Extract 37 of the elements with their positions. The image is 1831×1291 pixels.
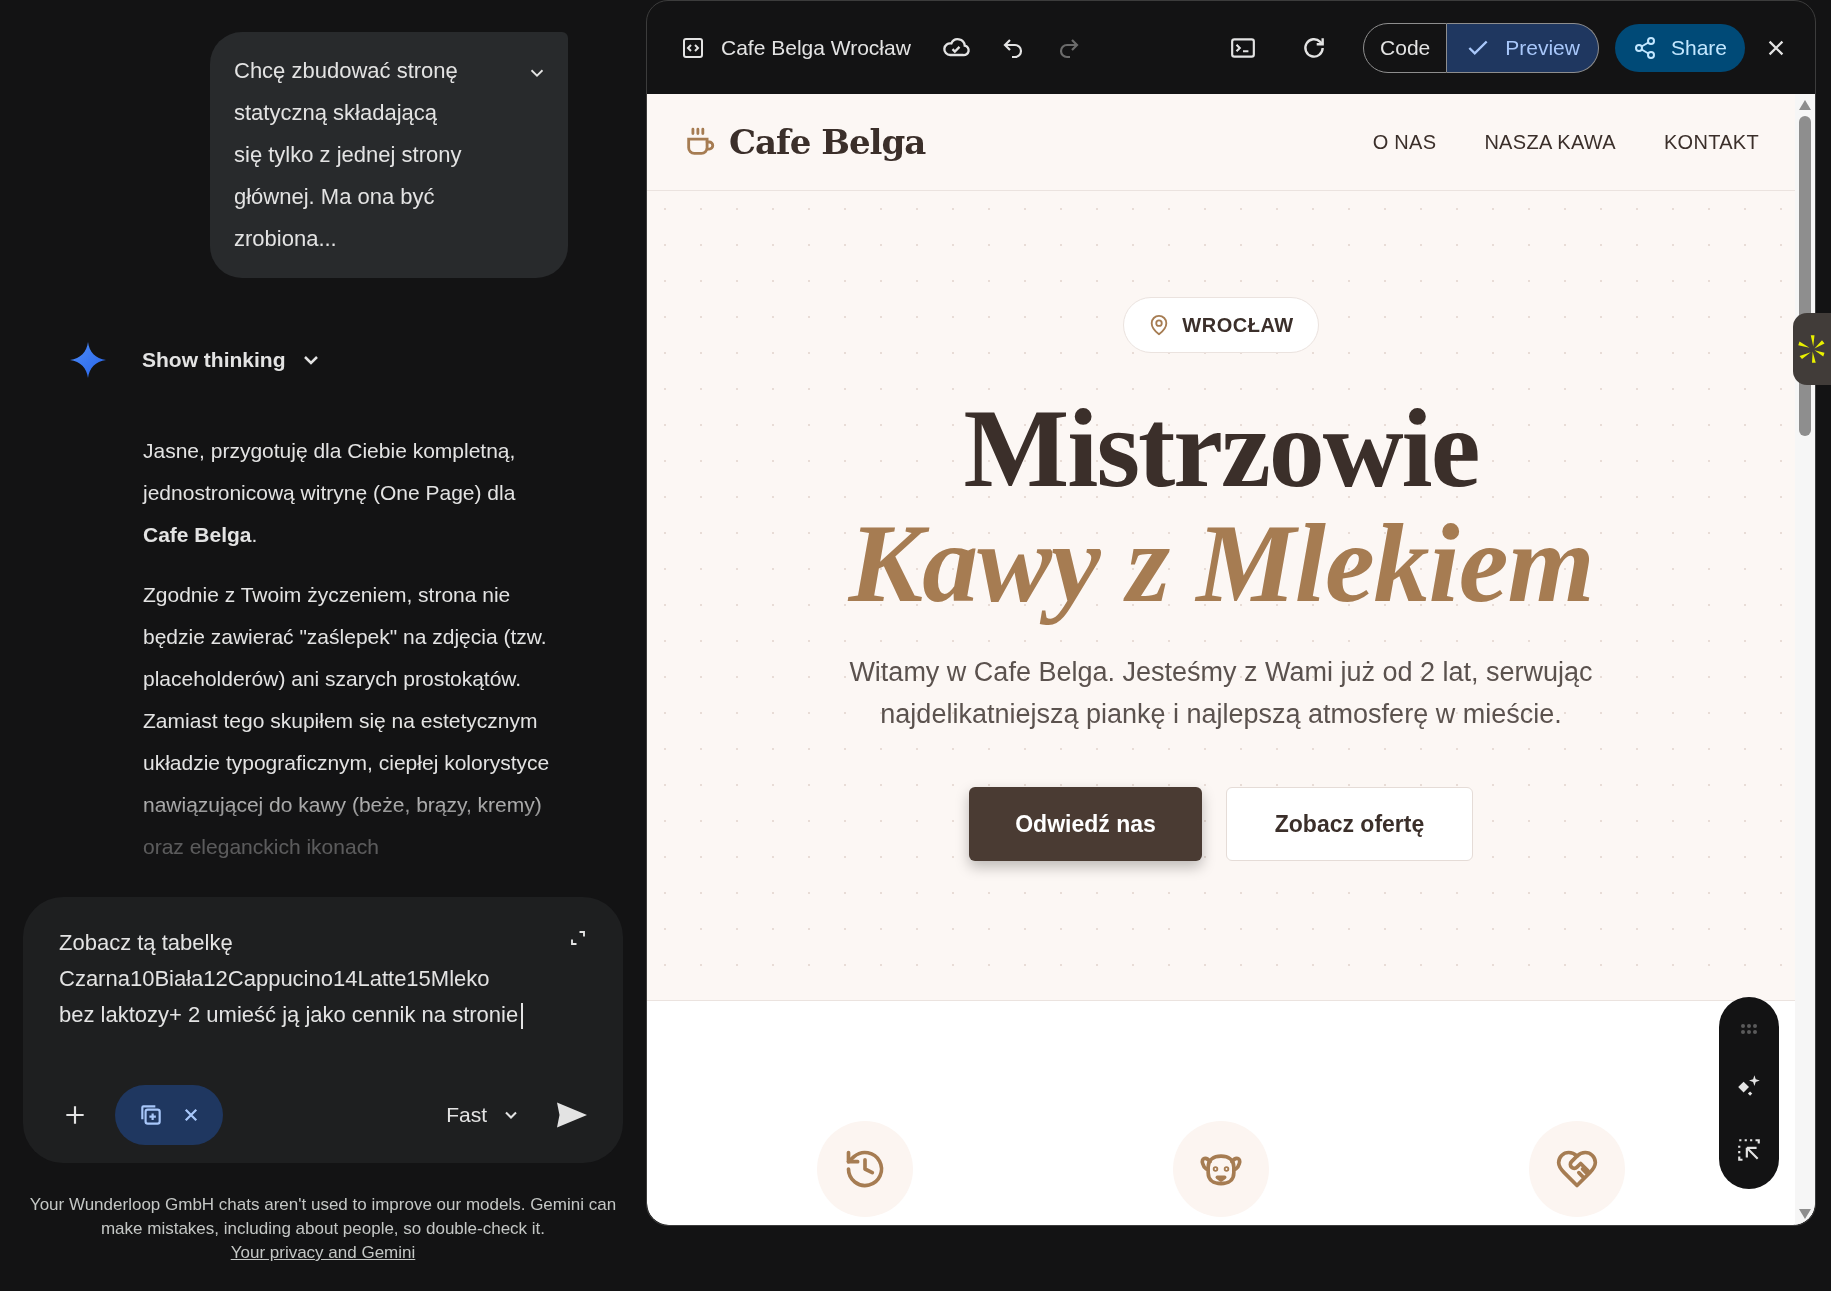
expand-icon: [569, 929, 587, 947]
side-tab[interactable]: [1793, 313, 1831, 385]
show-thinking-button[interactable]: Show thinking: [142, 344, 324, 376]
hero-lead: Witamy w Cafe Belga. Jesteśmy z Wami już od 2 lat, serwując najdelikatniejszą piankę i najlepszą atmosferę w mieście.: [848, 656, 1594, 731]
view-tab[interactable]: Preview: [1447, 22, 1599, 73]
location-text: WROCŁAW: [1182, 313, 1294, 338]
share-icon: [1632, 35, 1657, 60]
prompt-input[interactable]: Zobacz tą tabelkę Czarna10Biała12Cappucino14Latte15Mleko bez laktozy+ 2 umieść ją jako cennik na stronie: [59, 925, 529, 1033]
share-button[interactable]: Share: [1614, 23, 1745, 72]
send-button[interactable]: [557, 1102, 587, 1128]
response-paragraph: Zgodnie z Twoim życzeniem, strona nie będzie zawierać "zaślepek" na zdjęcia (tzw. placeholderów) ani szarych prostokątów. Zamiast tego skupiłem się na estetycznym układzie typograficznym, ciepłej kolorystyce nawiązującej do kawy (beże, brązy, kremy) oraz eleganckich ikonach: [143, 582, 551, 860]
canvas-tool-chip[interactable]: [115, 1085, 223, 1145]
scroll-down-icon: [1799, 1209, 1811, 1219]
mode-dropdown[interactable]: Fast: [446, 1099, 521, 1131]
response-paragraph: Jasne, przygotuję dla Ciebie kompletną, jednostronicową witrynę (One Page) dla Cafe Belga.: [143, 438, 517, 548]
canvas-icon: [138, 1102, 164, 1128]
scroll-up-icon: [1799, 100, 1811, 110]
site-logo[interactable]: Cafe Belga: [729, 116, 926, 168]
nav-link[interactable]: O NAS: [1372, 127, 1437, 157]
privacy-link[interactable]: Your privacy and Gemini: [230, 1243, 416, 1262]
close-icon: [182, 1106, 200, 1124]
hero-heading: Mistrzowie: [963, 393, 1479, 503]
drag-handle-icon[interactable]: [1740, 1023, 1758, 1035]
user-message-text: Chcę zbudować stronę statyczną składającą się tylko z jednej strony głównej. Ma ona być zrobiona...: [234, 57, 463, 253]
code-window-icon: [681, 35, 705, 60]
sparkle-icon: [70, 342, 106, 378]
send-icon: [557, 1102, 587, 1128]
nav-link[interactable]: KONTAKT: [1663, 127, 1759, 157]
select-arrow-icon: [1736, 1137, 1762, 1163]
canvas-title: Cafe Belga Wrocław: [721, 34, 911, 61]
hero-button[interactable]: Zobacz ofertę: [1226, 787, 1473, 861]
hero-heading-accent: Kawy z Mlekiem: [848, 503, 1594, 623]
disclaimer-text: Your Wunderloop GmbH chats aren't used to improve our models. Gemini can make mistakes, including about people, so double-check it. Your privacy and Gemini: [28, 1194, 618, 1264]
select-element-button[interactable]: [1736, 1137, 1762, 1163]
nav-link[interactable]: NASZA KAWA: [1484, 127, 1616, 157]
expand-button[interactable]: [569, 929, 587, 947]
hero-button[interactable]: Odwiedź nas: [969, 787, 1202, 861]
